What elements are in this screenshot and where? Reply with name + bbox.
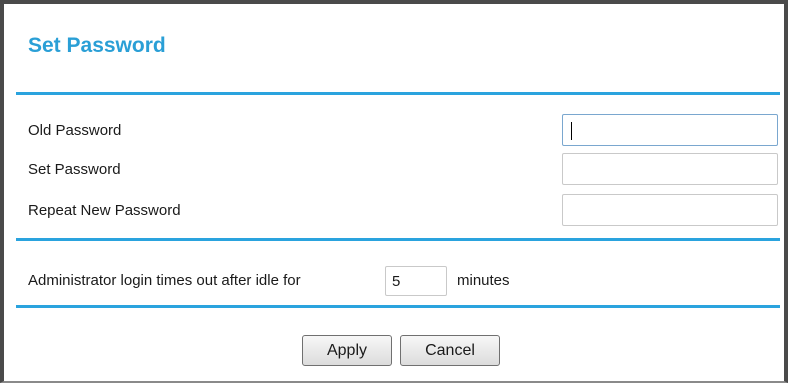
repeat-password-label: Repeat New Password xyxy=(28,202,181,219)
divider-middle xyxy=(16,238,780,241)
timeout-label: Administrator login times out after idle… xyxy=(28,272,301,289)
set-password-panel: Set Password Old Password Set Password R… xyxy=(0,0,788,383)
old-password-input[interactable] xyxy=(562,114,778,146)
old-password-label: Old Password xyxy=(28,122,122,139)
page-title: Set Password xyxy=(28,34,166,57)
minutes-label: minutes xyxy=(457,272,510,289)
divider-bottom xyxy=(16,305,780,308)
set-password-input[interactable] xyxy=(562,153,778,185)
repeat-password-input[interactable] xyxy=(562,194,778,226)
apply-button[interactable]: Apply xyxy=(302,335,392,366)
set-password-label: Set Password xyxy=(28,161,121,178)
divider-top xyxy=(16,92,780,95)
cancel-button[interactable]: Cancel xyxy=(400,335,500,366)
text-caret xyxy=(571,122,572,140)
timeout-minutes-input[interactable] xyxy=(385,266,447,296)
